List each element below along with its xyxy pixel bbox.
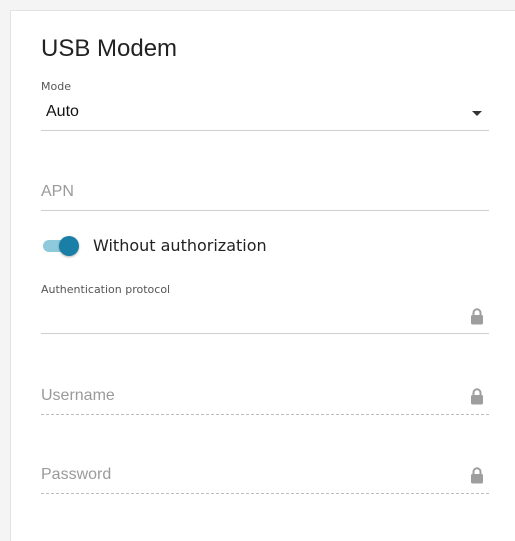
password-underline [41, 493, 489, 494]
auth-protocol-label: Authentication protocol [41, 283, 171, 296]
lock-icon [471, 388, 483, 405]
toggle-thumb [59, 236, 79, 256]
auth-protocol-select [41, 298, 489, 332]
card-title: USB Modem [41, 35, 178, 62]
mode-select-value: Auto [46, 103, 79, 120]
without-authorization-toggle[interactable] [41, 235, 81, 257]
mode-label: Mode [41, 80, 71, 93]
auth-protocol-underline [41, 333, 489, 334]
without-authorization-label: Without authorization [93, 236, 267, 255]
username-underline [41, 414, 489, 415]
mode-select[interactable] [41, 96, 489, 130]
password-input [41, 459, 489, 493]
mode-underline [41, 130, 489, 131]
username-input [41, 380, 489, 414]
apn-input[interactable] [41, 175, 489, 211]
lock-icon [471, 467, 483, 484]
lock-icon [471, 308, 483, 325]
chevron-down-icon[interactable] [472, 111, 482, 116]
apn-underline [41, 210, 489, 211]
